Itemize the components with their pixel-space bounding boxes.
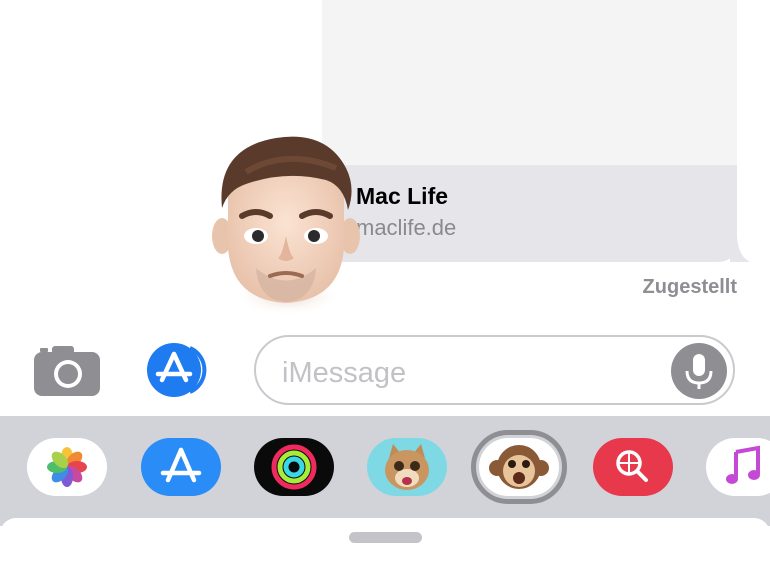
cat-animoji-icon: [367, 438, 447, 496]
memoji-avatar: [212, 136, 360, 316]
app-sheet: [0, 518, 770, 578]
app-animoji-monkey[interactable]: [479, 438, 559, 496]
camera-button[interactable]: [32, 342, 104, 398]
music-note-icon: [706, 438, 770, 496]
appstore-button[interactable]: [144, 342, 218, 398]
app-animoji-cat[interactable]: [367, 438, 447, 496]
monkey-animoji-icon: [479, 438, 559, 496]
link-preview-domain[interactable]: maclife.de: [356, 215, 456, 241]
globe-search-icon: [593, 438, 673, 496]
camera-icon: [34, 346, 100, 396]
imessage-input[interactable]: iMessage: [254, 335, 735, 405]
app-photos[interactable]: [27, 438, 107, 496]
activity-rings-icon: [254, 438, 334, 496]
imessage-placeholder: iMessage: [282, 357, 407, 389]
delivery-status: Zugestellt: [642, 276, 737, 298]
appstore-icon: [141, 438, 221, 496]
microphone-icon: [685, 354, 713, 389]
link-preview-image[interactable]: [322, 0, 737, 165]
app-image-search[interactable]: [593, 438, 673, 496]
link-preview-title[interactable]: Mac Life: [356, 183, 448, 210]
app-activity[interactable]: [254, 438, 334, 496]
app-music[interactable]: [706, 438, 770, 496]
app-appstore[interactable]: [141, 438, 221, 496]
sheet-grabber[interactable]: [349, 532, 422, 543]
bubble-tail: [730, 236, 750, 262]
appstore-icon: [147, 343, 207, 397]
link-preview-footer[interactable]: [322, 165, 737, 262]
dictation-button[interactable]: [671, 343, 727, 399]
photos-icon: [27, 438, 107, 496]
